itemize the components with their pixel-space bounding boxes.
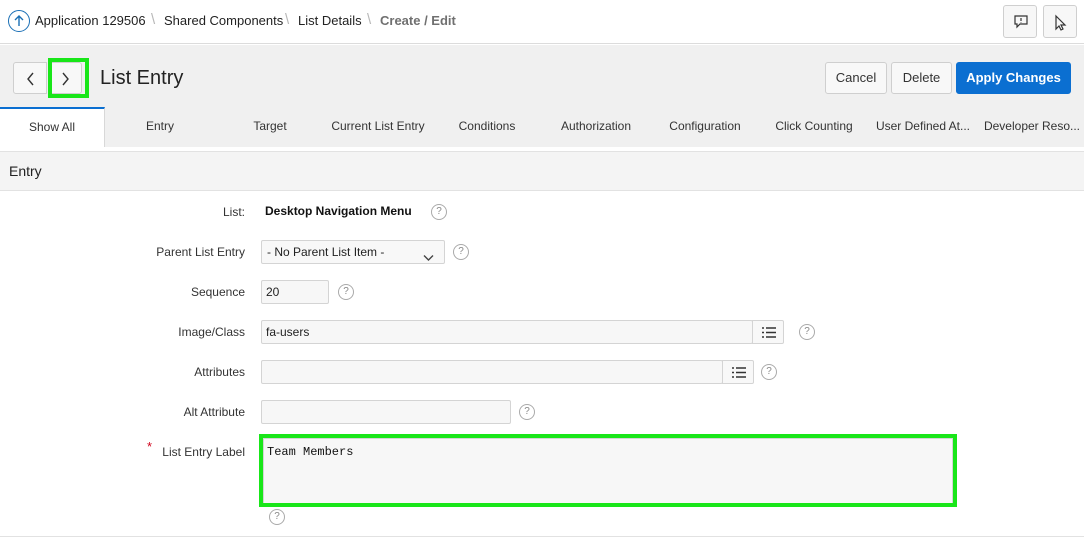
attributes-input[interactable]	[261, 360, 723, 384]
attributes-label: Attributes	[194, 365, 245, 379]
help-icon[interactable]: ?	[431, 204, 447, 220]
image-class-list-button[interactable]	[752, 320, 784, 344]
region-title: Entry	[9, 163, 42, 179]
sequence-label: Sequence	[190, 285, 245, 299]
alt-attribute-input[interactable]	[261, 400, 511, 424]
list-label: List:	[222, 205, 245, 219]
alt-attribute-label: Alt Attribute	[183, 405, 245, 419]
breadcrumb-shared-components[interactable]: Shared Components	[164, 13, 283, 28]
delete-button[interactable]: Delete	[891, 62, 952, 94]
tab-show-all[interactable]: Show All	[0, 107, 105, 147]
help-icon[interactable]: ?	[799, 324, 815, 340]
tab-conditions[interactable]: Conditions	[442, 107, 532, 147]
tab-click-counting[interactable]: Click Counting	[769, 107, 859, 147]
apply-changes-button[interactable]: Apply Changes	[956, 62, 1071, 94]
breadcrumb-list-details[interactable]: List Details	[298, 13, 362, 28]
help-icon[interactable]: ?	[453, 244, 469, 260]
help-icon[interactable]: ?	[519, 404, 535, 420]
parent-list-entry-label: Parent List Entry	[156, 245, 245, 259]
image-class-label: Image/Class	[178, 325, 245, 339]
tab-authorization[interactable]: Authorization	[551, 107, 641, 147]
help-icon[interactable]: ?	[338, 284, 354, 300]
parent-list-entry-select[interactable]: - No Parent List Item -	[261, 240, 445, 264]
required-indicator: *	[147, 439, 153, 454]
region-header: Entry	[0, 151, 1084, 191]
divider	[0, 536, 1084, 537]
help-icon[interactable]: ?	[761, 364, 777, 380]
chevron-down-icon	[423, 247, 434, 269]
tab-configuration[interactable]: Configuration	[660, 107, 750, 147]
tab-target[interactable]: Target	[225, 107, 315, 147]
attributes-list-button[interactable]	[722, 360, 754, 384]
breadcrumb-separator: \	[151, 11, 156, 28]
help-icon[interactable]: ?	[269, 509, 285, 525]
tab-current-list-entry[interactable]: Current List Entry	[325, 107, 431, 147]
quick-edit-button[interactable]	[1043, 5, 1077, 38]
page-title: List Entry	[100, 67, 184, 89]
image-class-input[interactable]: fa-users	[261, 320, 753, 344]
list-value: Desktop Navigation Menu	[265, 204, 412, 218]
title-bar: List Entry Cancel Delete Apply Changes	[0, 45, 1084, 107]
highlight-box	[259, 434, 957, 507]
tab-bar: Show All Entry Target Current List Entry…	[0, 107, 1084, 147]
breadcrumb-separator: \	[285, 11, 290, 28]
highlight-box	[48, 58, 89, 98]
parent-list-entry-value: - No Parent List Item -	[267, 245, 385, 259]
sequence-input[interactable]: 20	[261, 280, 329, 304]
tab-entry[interactable]: Entry	[115, 107, 205, 147]
breadcrumb-bar: Application 129506 \ Shared Components \…	[0, 0, 1084, 44]
breadcrumb-application[interactable]: Application 129506	[35, 13, 146, 28]
tab-developer-resources[interactable]: Developer Reso...	[982, 107, 1082, 147]
tab-user-defined-attributes[interactable]: User Defined At...	[873, 107, 973, 147]
previous-button[interactable]	[13, 62, 47, 94]
arrow-up-circle-icon[interactable]	[8, 10, 30, 32]
feedback-button[interactable]	[1003, 5, 1037, 38]
breadcrumb-separator: \	[367, 11, 372, 28]
breadcrumb-current: Create / Edit	[380, 13, 456, 28]
list-entry-label-label: List Entry Label	[162, 445, 245, 459]
cancel-button[interactable]: Cancel	[825, 62, 887, 94]
